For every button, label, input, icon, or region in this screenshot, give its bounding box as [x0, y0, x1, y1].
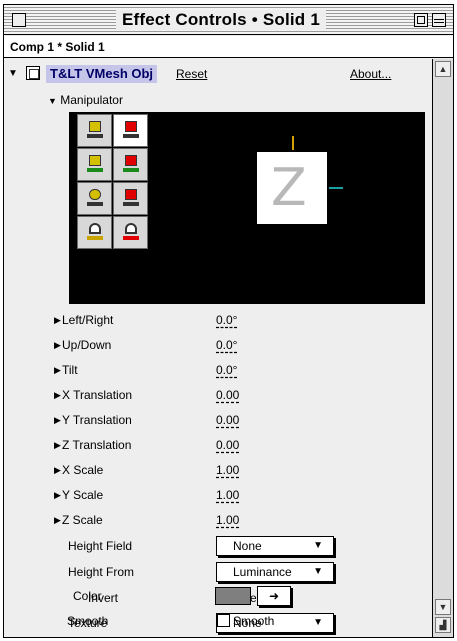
x-axis-handle[interactable]	[329, 187, 343, 189]
x-scale-value[interactable]: 1.00	[216, 459, 239, 481]
param-label: Up/Down	[62, 338, 112, 352]
manipulator-label: Manipulator	[60, 93, 123, 107]
reset-button[interactable]: Reset	[176, 65, 207, 83]
vertical-scrollbar[interactable]: ▲ ▼ ▟	[432, 59, 453, 637]
height-field-select[interactable]: None ▼	[216, 536, 334, 556]
z-translation-value[interactable]: 0.00	[216, 434, 239, 456]
collapse-box-icon[interactable]	[432, 13, 446, 27]
param-up-down: ▶ Up/Down 0.0°	[4, 334, 432, 356]
scroll-up-arrow-icon[interactable]: ▲	[435, 61, 451, 77]
effect-header: ▼ T&LT VMesh Obj Reset About...	[8, 65, 432, 85]
param-smooth-row: Smooth Smooth	[3, 610, 431, 632]
param-label: Z Scale	[62, 513, 103, 527]
twisty-collapsed-icon[interactable]: ▶	[54, 359, 61, 381]
y-scale-value[interactable]: 1.00	[216, 484, 239, 506]
dropdown-arrow-icon: ▼	[313, 540, 323, 551]
x-translation-value[interactable]: 0.00	[216, 384, 239, 406]
y-translation-value[interactable]: 0.00	[216, 409, 239, 431]
param-label: Tilt	[62, 363, 78, 377]
z-scale-value[interactable]: 1.00	[216, 509, 239, 531]
eyedropper-icon[interactable]: ➜	[257, 586, 291, 606]
twisty-collapsed-icon[interactable]: ▶	[54, 384, 61, 406]
height-from-selected: Luminance	[233, 565, 292, 579]
resize-grip-icon[interactable]: ▟	[435, 617, 451, 633]
preview-glyph: Z	[271, 158, 307, 218]
param-label: Height From	[68, 565, 135, 579]
param-y-scale: ▶ Y Scale 1.00	[4, 484, 432, 506]
effect-name[interactable]: T&LT VMesh Obj	[46, 65, 158, 83]
height-from-select[interactable]: Luminance ▼	[216, 562, 334, 582]
comp-layer-label: Comp 1 * Solid 1	[4, 36, 453, 58]
param-label: Height Field	[68, 539, 133, 553]
effect-controls-window: Effect Controls • Solid 1 Comp 1 * Solid…	[3, 4, 454, 638]
object-preview[interactable]: Z	[257, 152, 327, 224]
smooth-checkbox[interactable]	[217, 614, 230, 627]
move-z-tool-icon[interactable]	[113, 148, 148, 181]
param-z-translation: ▶ Z Translation 0.00	[4, 434, 432, 456]
home-tool-icon[interactable]	[77, 216, 112, 249]
param-height-from: Height From Luminance ▼	[4, 561, 432, 583]
param-z-scale: ▶ Z Scale 1.00	[4, 509, 432, 531]
scroll-down-arrow-icon[interactable]: ▼	[435, 599, 451, 615]
twisty-collapsed-icon[interactable]: ▶	[54, 459, 61, 481]
param-label: Y Translation	[62, 413, 132, 427]
param-label: Z Translation	[62, 438, 132, 452]
twisty-collapsed-icon[interactable]: ▶	[54, 334, 61, 356]
smooth-checkbox-label[interactable]: Smooth	[233, 610, 274, 632]
param-y-translation: ▶ Y Translation 0.00	[4, 409, 432, 431]
twisty-collapsed-icon[interactable]: ▶	[54, 409, 61, 431]
twisty-collapsed-icon[interactable]: ▶	[54, 509, 61, 531]
twisty-collapsed-icon[interactable]: ▶	[54, 434, 61, 456]
param-left-right: ▶ Left/Right 0.0°	[4, 309, 432, 331]
rotate-z-tool-icon[interactable]	[113, 114, 148, 147]
height-field-selected: None	[233, 539, 262, 553]
close-box-icon[interactable]	[12, 13, 26, 27]
scale-xy-tool-icon[interactable]	[77, 182, 112, 215]
scale-z-tool-icon[interactable]	[113, 182, 148, 215]
param-x-translation: ▶ X Translation 0.00	[4, 384, 432, 406]
param-label: Smooth	[67, 614, 109, 628]
zoom-box-icon[interactable]	[414, 13, 428, 27]
up-down-value[interactable]: 0.0°	[216, 334, 237, 356]
manipulator-panel[interactable]: Z	[69, 112, 425, 304]
left-right-value[interactable]: 0.0°	[216, 309, 237, 331]
param-label: X Translation	[62, 388, 133, 402]
param-label: Left/Right	[62, 313, 114, 327]
effect-enable-checkbox[interactable]	[26, 66, 40, 80]
color-swatch[interactable]	[215, 587, 251, 605]
twisty-collapsed-icon[interactable]: ▶	[54, 484, 61, 506]
twisty-collapsed-icon[interactable]: ▶	[54, 309, 61, 331]
param-x-scale: ▶ X Scale 1.00	[4, 459, 432, 481]
tilt-value[interactable]: 0.0°	[216, 359, 237, 381]
home-reset-tool-icon[interactable]	[113, 216, 148, 249]
param-label: X Scale	[62, 463, 104, 477]
twisty-expanded-icon[interactable]: ▼	[48, 96, 57, 106]
param-color: Color ➜	[3, 585, 431, 607]
manipulator-group[interactable]: ▼ Manipulator	[48, 92, 123, 109]
param-tilt: ▶ Tilt 0.0°	[4, 359, 432, 381]
twisty-expanded-icon[interactable]: ▼	[8, 67, 18, 81]
dropdown-arrow-icon: ▼	[313, 566, 323, 577]
rotate-tool-icon[interactable]	[77, 114, 112, 147]
window-title: Effect Controls • Solid 1	[116, 10, 326, 30]
param-smooth: Smooth Smooth	[3, 610, 431, 632]
param-height-field: Height Field None ▼	[4, 535, 432, 557]
param-color-row: Color ➜	[3, 585, 431, 607]
y-axis-handle[interactable]	[292, 136, 294, 150]
effect-controls-panel: ▼ T&LT VMesh Obj Reset About... ▼ Manipu…	[4, 59, 432, 637]
param-label: Y Scale	[62, 488, 104, 502]
param-label: Color	[73, 589, 102, 603]
move-xy-tool-icon[interactable]	[77, 148, 112, 181]
title-bar[interactable]: Effect Controls • Solid 1	[4, 5, 453, 35]
about-button[interactable]: About...	[350, 65, 391, 83]
